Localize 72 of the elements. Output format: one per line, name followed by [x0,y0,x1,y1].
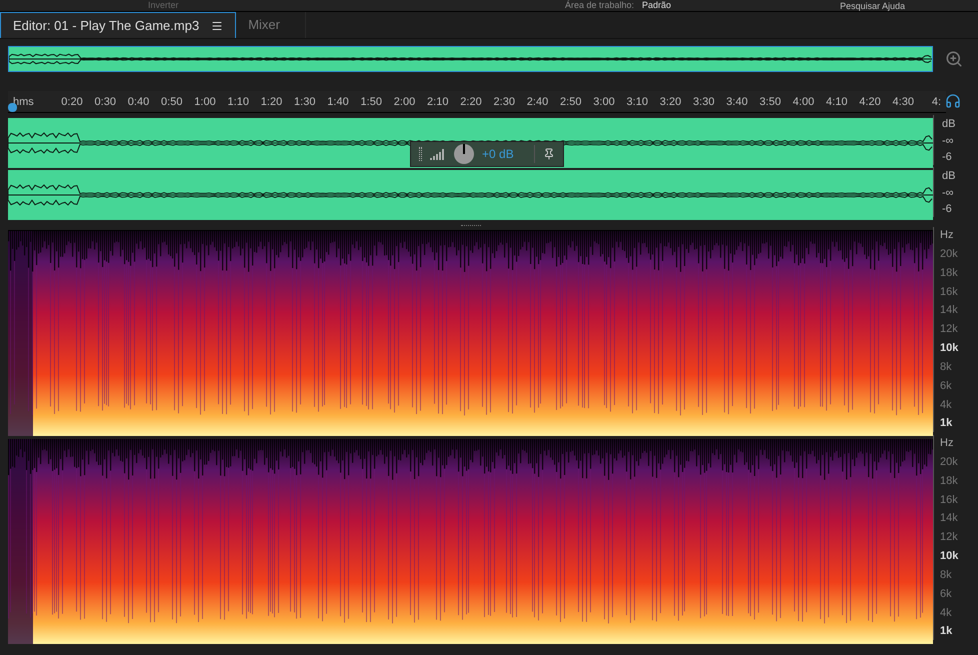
ruler-time-label: 0:30 [94,95,116,110]
gain-hud[interactable]: +0 dB [410,141,564,167]
ruler-time-label: 3:50 [760,95,781,110]
ruler-time-label: 1:10 [228,95,249,110]
ruler-unit: hms [13,95,34,110]
ruler-time-label: 2:40 [526,95,548,110]
frequency-label: 20k [940,454,959,470]
frequency-label: 10k [940,549,960,564]
db-label: -6 [942,150,953,165]
db-label: -∞ [942,186,955,200]
frequency-label: 14k [940,511,959,526]
ruler-time-label: 3:40 [726,95,748,110]
frequency-label: 4k [940,398,953,413]
ruler-time-label: 4:20 [859,95,881,110]
frequency-label: 18k [940,474,959,489]
tool-label[interactable]: Inverter [148,1,179,10]
ruler-time-label: 2:00 [394,95,416,110]
ruler-time-label: 2:10 [427,95,448,110]
gain-knob[interactable] [454,144,474,164]
frequency-label: 1k [940,416,954,432]
frequency-label: 12k [940,322,959,338]
ruler-time-label: 1:50 [360,95,382,110]
ruler-time-label: 4:10 [826,95,848,110]
ruler-time-label: 1:40 [327,95,349,110]
db-label: -∞ [942,134,955,148]
frequency-label: 8k [940,360,953,375]
ruler-time-label: 3:30 [693,95,714,110]
ruler-time-label: 4:30 [892,95,914,110]
frequency-label: 1k [940,624,954,640]
ruler-time-label: 0:40 [128,95,150,110]
level-bars-icon [430,148,446,160]
ruler-time-label: 4: [932,95,942,110]
frequency-label: 10k [940,341,960,356]
ruler-time-label: 3:20 [660,95,682,110]
workspace-label: Área de trabalho: [564,1,634,10]
ruler-time-label: 3:00 [593,95,615,110]
frequency-label: 16k [940,284,959,300]
time-ruler[interactable]: hms 0:20 0:30 0:40 0:50 1:00 1:10 1:20 1:30 1:40 1:50 2:00 2:10 2:20 2:30 2:40 2:50 3:00 3:10 3:20 3:30 3:40 3:50 4:00 4:10 4:20 4:30 4: [8,91,946,113]
headphones-icon[interactable] [945,93,961,109]
ruler-time-label: 2:50 [560,95,582,110]
ruler-time-label: 1:00 [194,95,216,110]
search-field[interactable]: Pesquisar Ajuda [840,0,970,10]
editor-tab[interactable]: Editor: 01 - Play The Game.mp3 [0,12,236,38]
ruler-time-label: 3:10 [626,95,648,110]
gain-value[interactable]: +0 dB [482,145,535,163]
pin-icon[interactable] [542,148,555,160]
editor-tab[interactable]: Mixer [236,12,306,38]
scale-unit: dB [942,169,956,184]
zoom-icon[interactable] [945,50,963,68]
frequency-label: 16k [940,492,959,508]
ruler-time-label: 0:50 [161,95,182,110]
frequency-label: 4k [940,606,953,621]
scale-unit: Hz [940,228,954,243]
ruler-time-label: 2:30 [494,95,515,110]
ruler-time-label: 4:00 [792,95,814,110]
ruler-time-label: 1:30 [294,95,316,110]
frequency-label: 6k [940,378,953,394]
ruler-time-label: 1:20 [260,95,282,110]
ruler-time-label: 2:20 [460,95,482,110]
db-label: -6 [942,202,953,217]
frequency-label: 6k [940,586,953,602]
scale-unit: Hz [940,436,954,451]
frequency-label: 12k [940,530,959,546]
ruler-time-label: 0:20 [61,95,83,110]
workspace-dropdown[interactable]: Padrão [642,1,832,10]
panel-menu-icon[interactable] [211,20,224,32]
frequency-label: 8k [940,568,953,583]
frequency-label: 18k [940,266,959,281]
grip-icon [419,147,422,161]
scale-unit: dB [942,117,956,132]
frequency-label: 20k [940,246,959,262]
frequency-label: 14k [940,303,959,318]
